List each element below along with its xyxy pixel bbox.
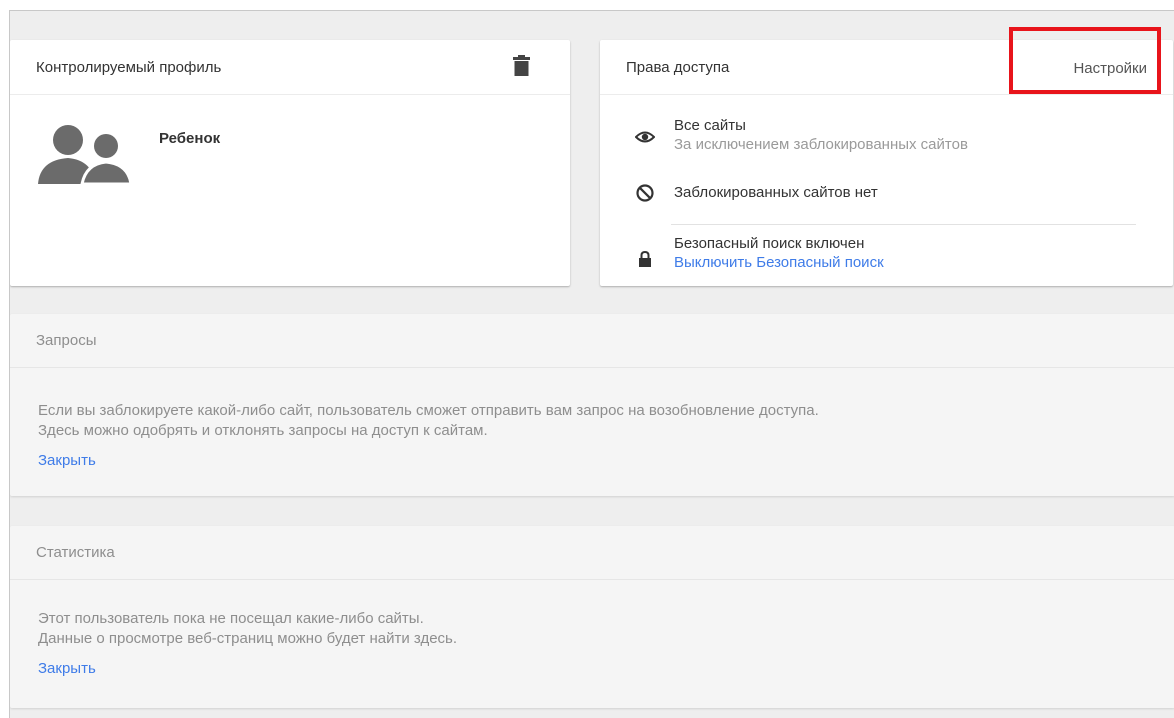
requests-description: Если вы заблокируете какой-либо сайт, по… [38, 401, 819, 441]
supervised-profile-page: Контролируемый профиль Ребенок Права дос… [9, 10, 1174, 718]
settings-link[interactable]: Настройки [1073, 60, 1147, 77]
lock-icon [639, 251, 651, 267]
access-card-title: Права доступа [626, 58, 730, 76]
safe-search-title: Безопасный поиск включен [674, 235, 865, 252]
safe-search-row: Безопасный поиск включен Выключить Безоп… [674, 235, 884, 272]
child-name: Ребенок [159, 130, 221, 147]
requests-line-1: Если вы заблокируете какой-либо сайт, по… [38, 402, 819, 419]
block-icon [636, 184, 654, 202]
stats-card: Статистика Этот пользователь пока не пос… [10, 526, 1174, 708]
requests-close-link[interactable]: Закрыть [38, 452, 96, 469]
stats-close-link[interactable]: Закрыть [38, 660, 96, 677]
requests-title: Запросы [36, 332, 97, 349]
eye-icon [635, 131, 655, 143]
disable-safe-search-link[interactable]: Выключить Безопасный поиск [674, 253, 884, 272]
all-sites-row: Все сайты За исключением заблокированных… [674, 117, 968, 154]
access-card: Права доступа Настройки Все сайты За иск… [600, 27, 1173, 286]
access-divider [671, 224, 1136, 225]
all-sites-subtitle: За исключением заблокированных сайтов [674, 136, 968, 153]
profile-card-header: Контролируемый профиль [10, 40, 570, 95]
stats-description: Этот пользователь пока не посещал какие-… [38, 609, 457, 649]
all-sites-title: Все сайты [674, 117, 746, 134]
blocked-sites-row: Заблокированных сайтов нет [674, 184, 878, 202]
profile-card-title: Контролируемый профиль [36, 58, 222, 76]
blocked-sites-text: Заблокированных сайтов нет [674, 184, 878, 201]
requests-card-header: Запросы [10, 314, 1174, 368]
requests-line-2: Здесь можно одобрять и отклонять запросы… [38, 422, 488, 439]
stats-line-2: Данные о просмотре веб-страниц можно буд… [38, 630, 458, 647]
trash-icon[interactable] [513, 55, 530, 76]
stats-line-1: Этот пользователь пока не посещал какие-… [38, 610, 424, 627]
requests-card: Запросы Если вы заблокируете какой-либо … [10, 314, 1174, 496]
stats-card-header: Статистика [10, 526, 1174, 580]
stats-title: Статистика [36, 544, 115, 561]
people-icon [38, 125, 132, 184]
profile-card: Контролируемый профиль Ребенок [10, 40, 570, 286]
